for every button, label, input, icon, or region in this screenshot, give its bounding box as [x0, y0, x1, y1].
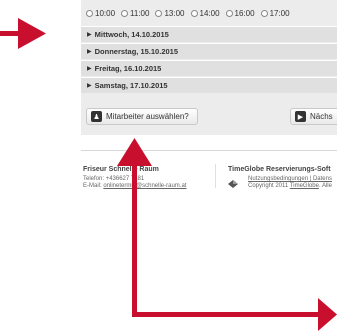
annotation-arrows [0, 18, 337, 331]
left-arrow-shaft [0, 31, 20, 36]
path-arrow-horizontal [132, 312, 322, 317]
path-arrow-vertical [132, 165, 137, 317]
left-arrow-head [18, 18, 46, 49]
path-arrow-up-head [117, 138, 152, 166]
path-arrow-right-head [318, 298, 337, 331]
